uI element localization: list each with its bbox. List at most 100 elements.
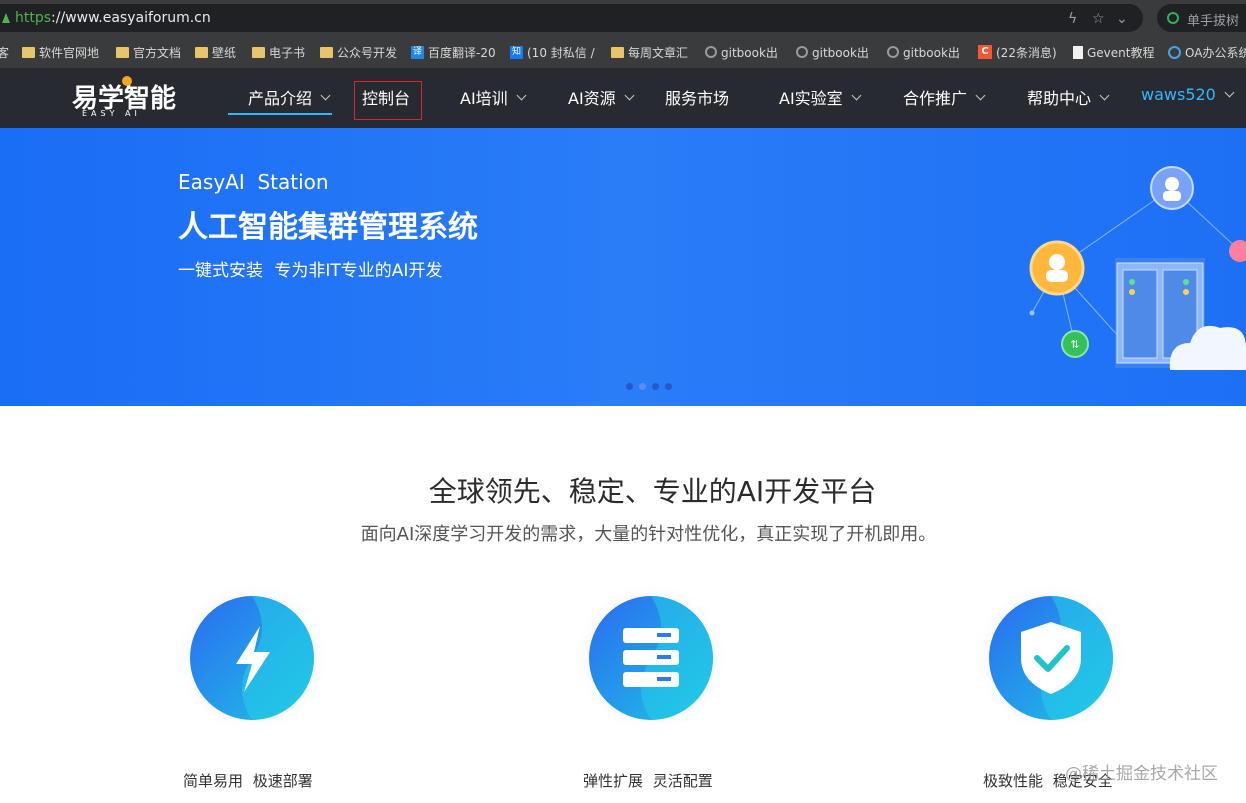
site-logo[interactable]: 易学智能 EASY AI (72, 76, 176, 120)
chevron-down-icon[interactable]: ⌄ (1116, 11, 1128, 27)
feature-elastic-scaling (571, 578, 731, 738)
extension-button[interactable]: 单手拔树 (1157, 4, 1246, 32)
bookmark-item[interactable]: 客 (0, 44, 9, 60)
chevron-down-icon (851, 90, 862, 100)
bookmark-item[interactable]: 公众号开发 (320, 44, 397, 60)
bookmark-label: Gevent教程 (1087, 45, 1155, 60)
bookmark-item[interactable]: gitbook出 (705, 44, 778, 60)
bookmark-label: OA办公系统 (1185, 45, 1246, 60)
nav-label: AI培训 (460, 89, 508, 108)
bookmarks-bar: 客 软件官网地 官方文档 壁纸 电子书 公众号开发 译百度翻译-20 知 (10 … (0, 36, 1246, 68)
username: waws520 (1141, 85, 1216, 104)
carousel-dot-active[interactable] (639, 383, 646, 390)
server-network-illustration: ⇅ (1029, 166, 1246, 370)
chevron-down-icon (1099, 90, 1110, 100)
bookmark-item[interactable]: gitbook出 (887, 44, 960, 60)
address-bar[interactable]: https://www.easyaiforum.cn ϟ ☆ ⌄ (0, 4, 1143, 32)
translate-icon: 译 (411, 45, 424, 59)
folder-icon (320, 46, 333, 58)
bookmark-item[interactable]: 译百度翻译-20 (411, 44, 496, 60)
bookmark-label: 壁纸 (212, 45, 237, 60)
nav-item-product[interactable]: 产品介绍 (248, 85, 331, 109)
chevron-down-icon (624, 90, 635, 100)
banner-subtitle: EasyAI Station (178, 170, 329, 194)
bookmark-item[interactable]: 软件官网地 (22, 44, 99, 60)
shield-check-icon (973, 580, 1129, 736)
nav-item-help[interactable]: 帮助中心 (1027, 85, 1110, 109)
bookmark-item[interactable]: gitbook出 (796, 44, 869, 60)
bookmark-label: 软件官网地 (39, 45, 100, 60)
carousel-dot[interactable] (626, 383, 633, 390)
bookmark-item[interactable]: C (22条消息) (978, 44, 1057, 60)
section-subline: 面向AI深度学习开发的需求，大量的针对性优化，真正实现了开机即用。 (360, 524, 937, 545)
feature-label: 弹性扩展 灵活配置 (583, 772, 713, 790)
nav-label: 合作推广 (903, 89, 968, 108)
hero-banner[interactable]: EasyAI Station 人工智能集群管理系统 一键式安装 专为非IT专业的… (0, 128, 1246, 406)
watermark: @稀土掘金技术社区 (1065, 764, 1218, 784)
nav-item-ai-lab[interactable]: AI实验室 (779, 85, 862, 109)
server-icon (573, 580, 729, 736)
site-navbar: 易学智能 EASY AI 产品介绍 控制台 AI培训 AI资源 服务市场 AI实… (0, 68, 1246, 128)
carousel-dot[interactable] (665, 383, 672, 390)
bookmark-item[interactable]: 每周文章汇 (611, 44, 688, 60)
bookmark-label: gitbook出 (903, 45, 960, 60)
console-highlight-box (354, 81, 422, 120)
bookmark-label: 电子书 (269, 45, 306, 60)
bookmark-label: 官方文档 (133, 45, 182, 60)
user-menu[interactable]: waws520 (1141, 85, 1235, 104)
banner-title: 人工智能集群管理系统 (178, 210, 478, 245)
nav-label: 帮助中心 (1027, 89, 1092, 108)
chevron-down-icon (975, 90, 986, 100)
star-icon[interactable]: ☆ (1092, 11, 1105, 27)
zhihu-icon: 知 (510, 45, 523, 59)
browser-toolbar: https://www.easyaiforum.cn ϟ ☆ ⌄ 单手拔树 (0, 0, 1246, 36)
bookmark-label: 公众号开发 (337, 45, 398, 60)
bookmark-label: 客 (0, 45, 10, 60)
nav-item-ai-resources[interactable]: AI资源 (568, 85, 635, 109)
extension-icon (1167, 12, 1179, 24)
bookmark-label: gitbook出 (721, 45, 778, 60)
bookmark-label: (22条消息) (996, 45, 1057, 60)
nav-label: AI资源 (568, 89, 616, 108)
bookmark-item[interactable]: 官方文档 (116, 44, 181, 60)
nav-label: 服务市场 (665, 89, 730, 108)
bookmark-label: 每周文章汇 (628, 45, 689, 60)
bookmark-item[interactable]: 知 (10 封私信 / (510, 44, 595, 60)
feature-label: 简单易用 极速部署 (183, 772, 313, 790)
logo-sun-icon (122, 76, 132, 86)
lightning-icon (174, 580, 330, 736)
nav-item-partnership[interactable]: 合作推广 (903, 85, 986, 109)
github-icon (796, 46, 808, 58)
chevron-down-icon (1224, 87, 1235, 98)
folder-icon (252, 46, 265, 58)
nav-item-ai-training[interactable]: AI培训 (460, 85, 527, 109)
lightning-icon[interactable]: ϟ (1068, 11, 1077, 27)
bookmark-label: gitbook出 (812, 45, 869, 60)
url-host: ://www.easyaiforum.cn (51, 10, 211, 26)
folder-icon (116, 46, 129, 58)
svg-text:⇅: ⇅ (1070, 338, 1079, 351)
bookmark-item[interactable]: Gevent教程 (1073, 44, 1154, 60)
section-headline: 全球领先、稳定、专业的AI开发平台 (428, 475, 877, 508)
folder-icon (195, 46, 208, 58)
banner-description: 一键式安装 专为非IT专业的AI开发 (178, 261, 443, 281)
carousel-dots (626, 383, 672, 390)
feature-performance-security (971, 578, 1131, 738)
carousel-dot[interactable] (652, 383, 659, 390)
lock-icon (2, 13, 10, 23)
bookmark-label: 百度翻译-20 (428, 45, 496, 60)
url-scheme: https (15, 10, 52, 26)
extension-label: 单手拔树 (1187, 14, 1240, 29)
url-text[interactable]: https://www.easyaiforum.cn (15, 10, 211, 26)
bookmark-item[interactable]: 电子书 (252, 44, 305, 60)
folder-icon (22, 46, 35, 58)
nav-item-service-market[interactable]: 服务市场 (665, 85, 729, 109)
bookmark-item[interactable]: OA办公系统 (1168, 44, 1246, 60)
logo-subtext: EASY AI (82, 109, 141, 118)
bookmark-item[interactable]: 壁纸 (195, 44, 236, 60)
nav-label: AI实验室 (779, 89, 843, 108)
chevron-down-icon (320, 90, 331, 100)
doc-icon (1073, 45, 1083, 59)
folder-icon (611, 46, 624, 58)
nav-label: 产品介绍 (248, 89, 313, 108)
